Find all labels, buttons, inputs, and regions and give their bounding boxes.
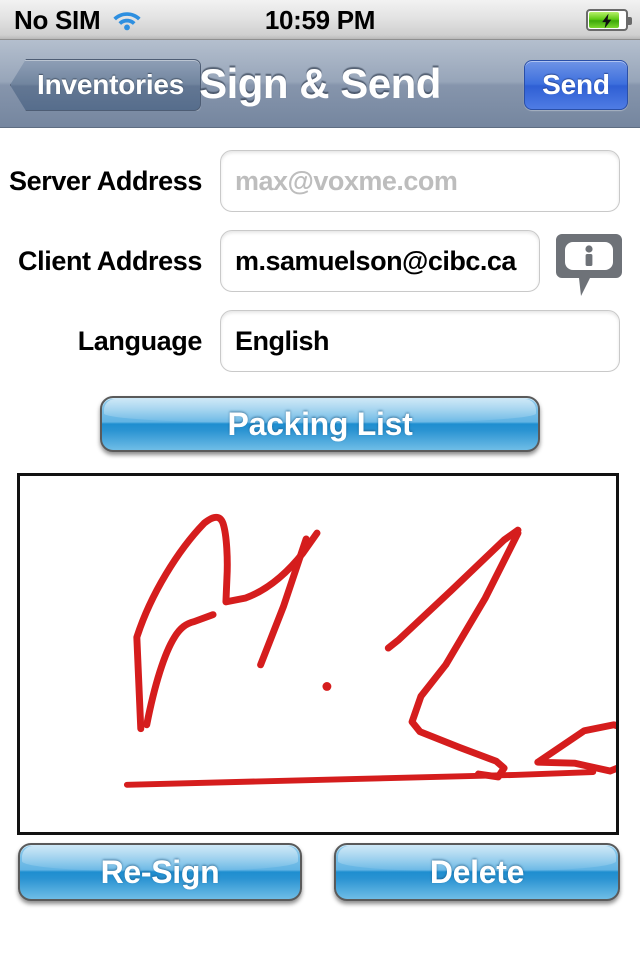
re-sign-button[interactable]: Re-Sign <box>18 843 302 901</box>
server-address-label: Server Address <box>8 165 202 196</box>
server-address-placeholder: max@voxme.com <box>235 165 458 196</box>
signature-canvas[interactable] <box>17 473 619 835</box>
language-input[interactable]: English <box>220 310 620 372</box>
signature-ink <box>123 513 616 788</box>
packing-list-button-label: Packing List <box>227 406 413 442</box>
re-sign-button-label: Re-Sign <box>100 854 220 890</box>
send-button-label: Send <box>542 69 610 100</box>
form-row-language: Language English <box>0 310 640 372</box>
client-address-input[interactable]: m.samuelson@cibc.ca <box>220 230 540 292</box>
language-label: Language <box>77 325 203 356</box>
navigation-bar: Inventories Sign & Send Send <box>0 40 640 128</box>
packing-list-button[interactable]: Packing List <box>100 396 540 452</box>
status-bar-time: 10:59 PM <box>264 4 376 35</box>
server-address-input[interactable]: max@voxme.com <box>220 150 620 212</box>
status-bar: No SIM 10:59 PM <box>0 0 640 40</box>
signature-dot <box>322 682 332 691</box>
language-value: English <box>235 325 330 356</box>
client-address-label: Client Address <box>18 245 202 276</box>
battery-charging-icon <box>586 9 632 31</box>
delete-button-label: Delete <box>429 854 525 890</box>
sign-and-send-screen: No SIM 10:59 PM Inventories Sign & Send … <box>0 0 640 960</box>
charging-bolt-icon <box>602 13 612 29</box>
send-button[interactable]: Send <box>524 60 628 110</box>
status-bar-right <box>586 0 632 40</box>
client-address-value: m.samuelson@cibc.ca <box>235 245 516 276</box>
form-row-client-address: Client Address m.samuelson@cibc.ca <box>0 230 640 296</box>
delete-button[interactable]: Delete <box>334 843 620 901</box>
info-bubble-icon[interactable] <box>556 230 622 296</box>
form-row-server-address: Server Address max@voxme.com <box>0 150 640 212</box>
